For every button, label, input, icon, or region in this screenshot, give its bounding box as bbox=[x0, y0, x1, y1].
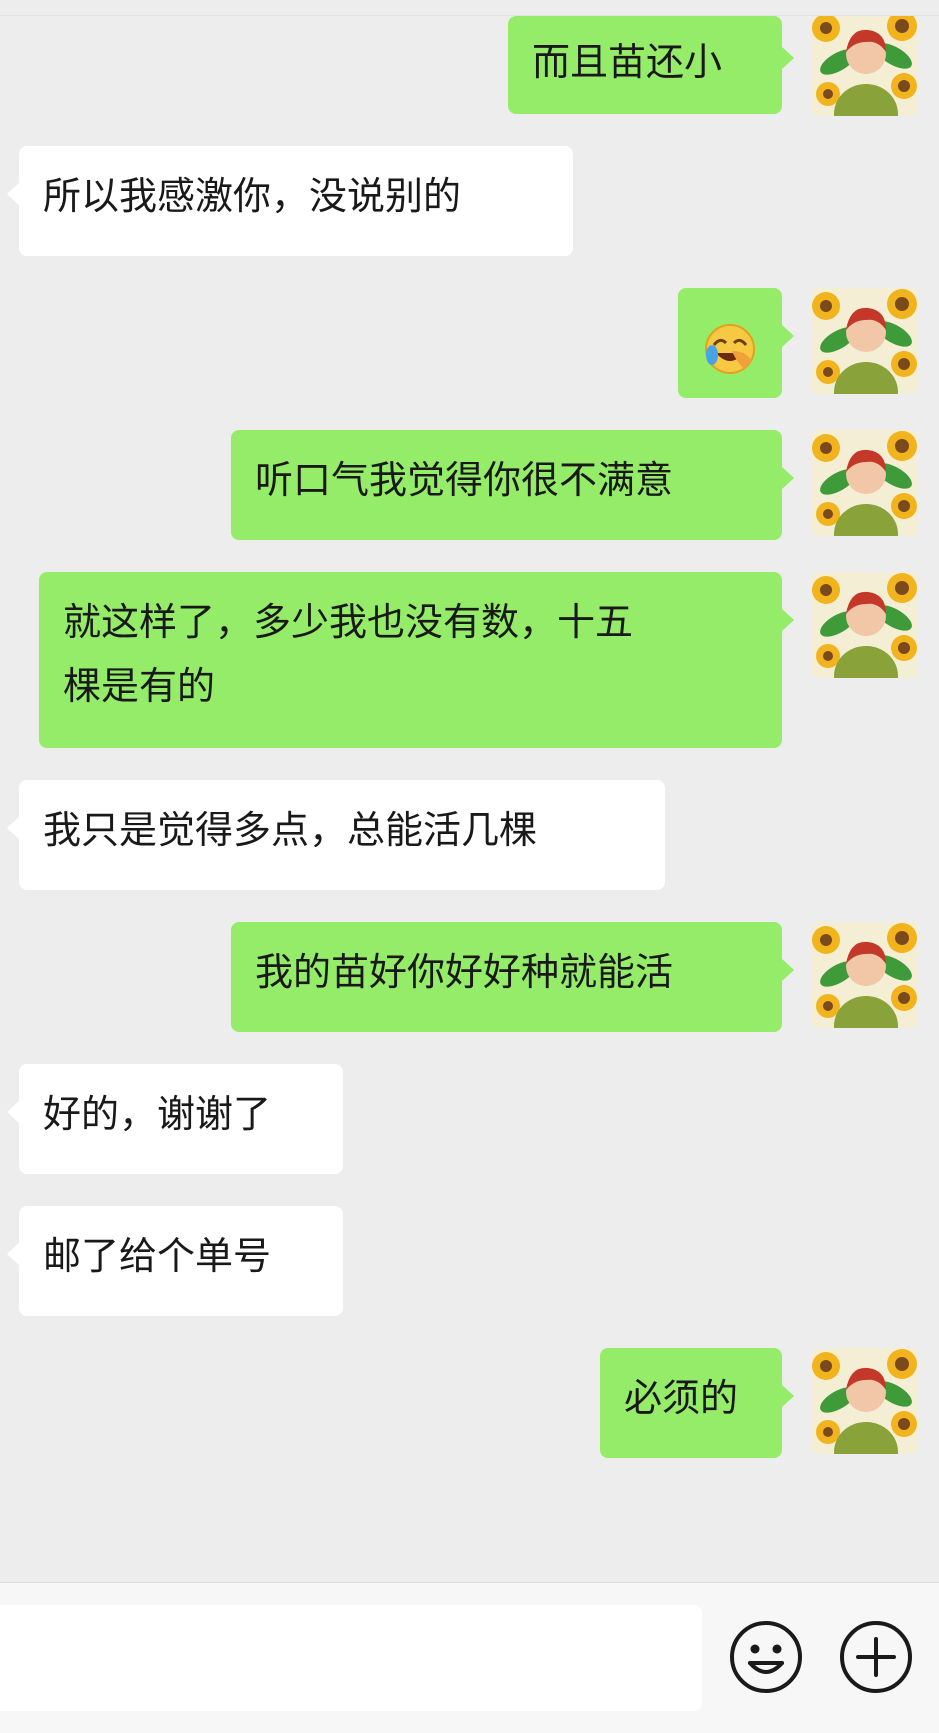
message-bubble-sent[interactable]: 我的苗好你好好种就能活 bbox=[231, 922, 794, 1032]
message-list[interactable]: 而且苗还小 所以我感激你，没说别的 听口气我觉得你很不满意 就这样了，多少我也没… bbox=[0, 16, 939, 1582]
my-avatar[interactable] bbox=[812, 572, 918, 678]
smiley-face-icon bbox=[730, 1621, 802, 1693]
message-bubble-received[interactable]: 我只是觉得多点，总能活几棵 bbox=[7, 780, 665, 890]
sunflower-avatar-image bbox=[812, 16, 918, 116]
message-text: 我只是觉得多点，总能活几棵 bbox=[43, 808, 538, 852]
bubble-tail bbox=[7, 816, 20, 840]
bubble-tail bbox=[781, 1384, 794, 1408]
bubble-tail bbox=[781, 958, 794, 982]
message-text: 邮了给个单号 bbox=[43, 1234, 272, 1278]
my-avatar[interactable] bbox=[812, 922, 918, 1028]
more-button[interactable] bbox=[838, 1619, 914, 1695]
chat-screen: 而且苗还小 所以我感激你，没说别的 听口气我觉得你很不满意 就这样了，多少我也没… bbox=[0, 0, 939, 1733]
bubble-tail bbox=[7, 1242, 20, 1266]
sunflower-avatar-image bbox=[812, 922, 918, 1028]
message-text: 就这样了，多少我也没有数，十五 棵是有的 bbox=[63, 600, 634, 708]
message-text: 而且苗还小 bbox=[532, 40, 723, 84]
emoji-button[interactable] bbox=[728, 1619, 804, 1695]
bubble-tail bbox=[781, 324, 794, 348]
message-bubble-sent[interactable]: 而且苗还小 bbox=[508, 16, 794, 114]
message-input[interactable] bbox=[0, 1605, 702, 1711]
message-bubble-sent[interactable]: 必须的 bbox=[600, 1348, 794, 1458]
sunflower-avatar-image bbox=[812, 1348, 918, 1454]
message-bubble-received[interactable]: 邮了给个单号 bbox=[7, 1206, 343, 1316]
message-bubble-sent-emoji[interactable] bbox=[678, 288, 794, 398]
bubble-tail bbox=[7, 1100, 20, 1124]
sunflower-avatar-image bbox=[812, 430, 918, 536]
sunflower-avatar-image bbox=[812, 288, 918, 394]
bubble-tail bbox=[781, 46, 794, 70]
message-bubble-sent[interactable]: 就这样了，多少我也没有数，十五 棵是有的 bbox=[39, 572, 794, 748]
message-bubble-sent[interactable]: 听口气我觉得你很不满意 bbox=[231, 430, 794, 540]
message-bubble-received[interactable]: 好的，谢谢了 bbox=[7, 1064, 343, 1174]
message-text: 必须的 bbox=[624, 1376, 739, 1420]
bubble-tail bbox=[781, 466, 794, 490]
top-edge bbox=[0, 0, 939, 16]
my-avatar[interactable] bbox=[812, 16, 918, 116]
message-bubble-received[interactable]: 所以我感激你，没说别的 bbox=[7, 146, 573, 256]
face-with-tears-of-joy-icon bbox=[705, 323, 755, 374]
my-avatar[interactable] bbox=[812, 1348, 918, 1454]
plus-circle-icon bbox=[840, 1621, 912, 1693]
sunflower-avatar-image bbox=[812, 572, 918, 678]
message-text: 好的，谢谢了 bbox=[43, 1092, 272, 1136]
bubble-tail bbox=[7, 182, 20, 206]
message-text: 听口气我觉得你很不满意 bbox=[255, 458, 674, 502]
chat-input-bar bbox=[0, 1582, 939, 1733]
message-text: 我的苗好你好好种就能活 bbox=[255, 950, 674, 994]
my-avatar[interactable] bbox=[812, 288, 918, 394]
bubble-tail bbox=[781, 608, 794, 632]
my-avatar[interactable] bbox=[812, 430, 918, 536]
message-text: 所以我感激你，没说别的 bbox=[43, 174, 462, 218]
